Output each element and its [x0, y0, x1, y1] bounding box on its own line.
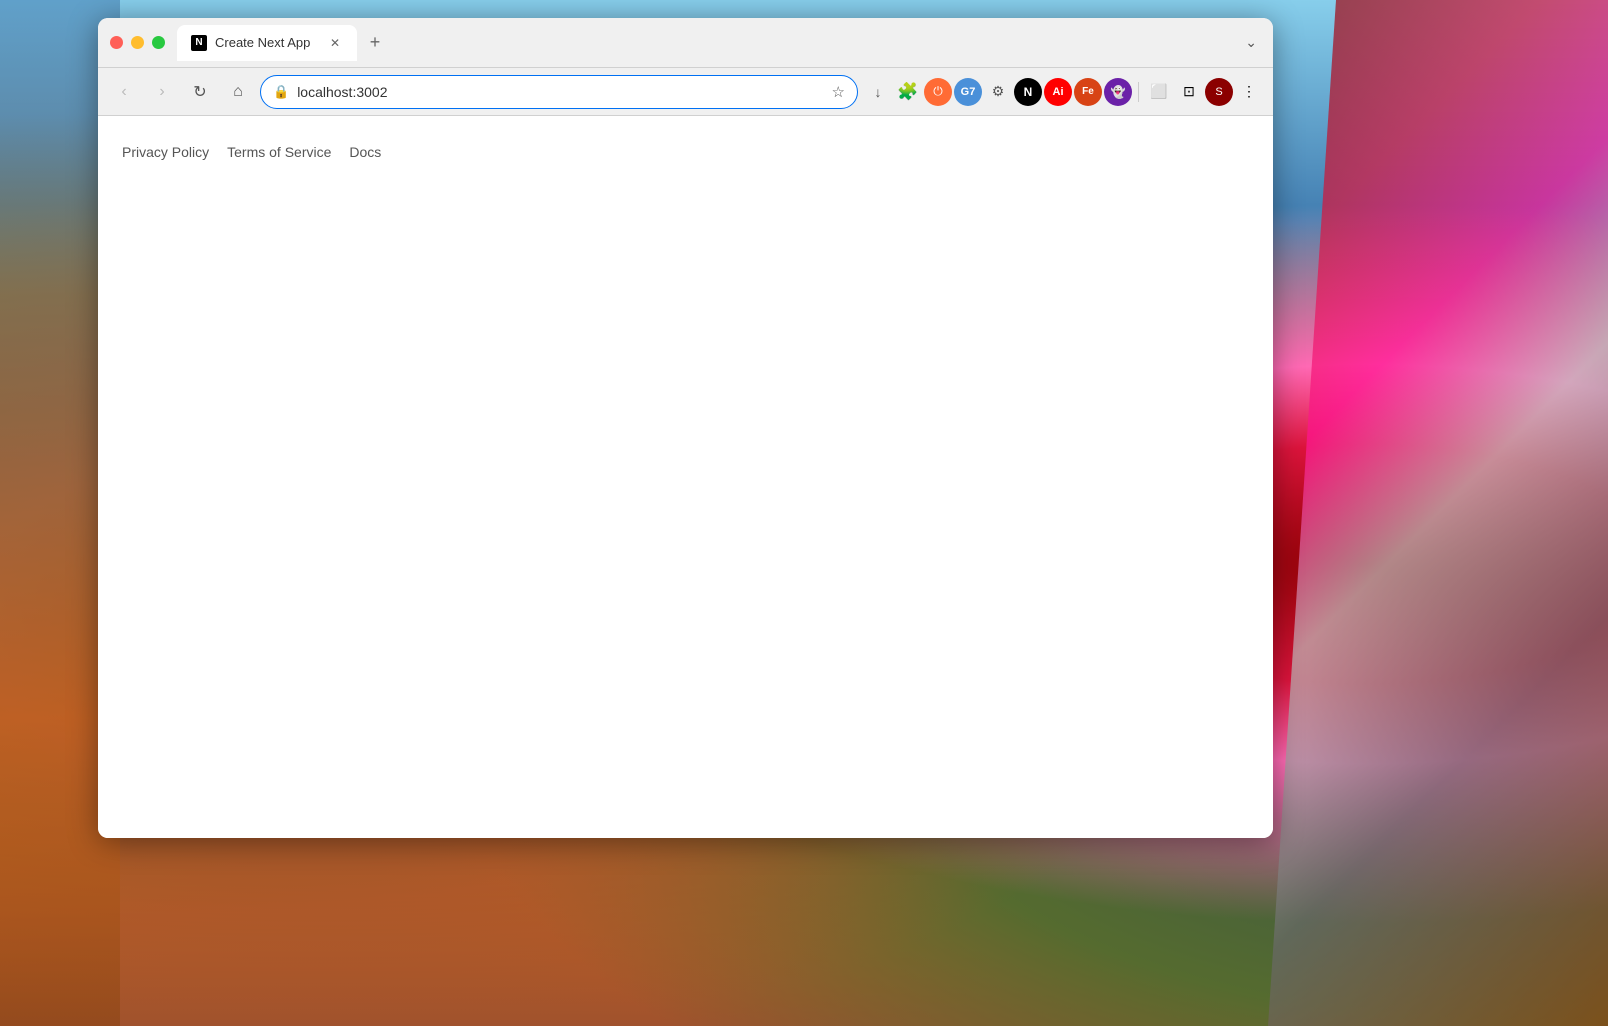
window-controls — [110, 36, 165, 49]
home-button[interactable]: ⌂ — [222, 76, 254, 108]
docs-link[interactable]: Docs — [349, 144, 381, 160]
menu-button[interactable]: ⋮ — [1235, 78, 1263, 106]
tab-favicon: N — [191, 35, 207, 51]
privacy-policy-link[interactable]: Privacy Policy — [122, 144, 209, 160]
tab-bar: N Create Next App ✕ + ⌄ — [177, 25, 1261, 61]
close-button[interactable] — [110, 36, 123, 49]
bookmark-button[interactable]: ☆ — [832, 83, 845, 101]
split-icon[interactable]: ⊡ — [1175, 78, 1203, 106]
minimize-button[interactable] — [131, 36, 144, 49]
toolbar-divider — [1138, 82, 1139, 102]
active-tab[interactable]: N Create Next App ✕ — [177, 25, 357, 61]
title-bar: N Create Next App ✕ + ⌄ — [98, 18, 1273, 68]
page-navigation: Privacy Policy Terms of Service Docs — [122, 136, 1249, 168]
back-button[interactable]: ‹ — [108, 76, 140, 108]
forward-button[interactable]: › — [146, 76, 178, 108]
tab-title: Create Next App — [215, 35, 310, 50]
tab-close-button[interactable]: ✕ — [327, 35, 343, 51]
shield-icon[interactable]: S — [1205, 78, 1233, 106]
new-tab-button[interactable]: + — [361, 29, 389, 57]
address-input[interactable] — [297, 84, 823, 100]
n-extension-icon[interactable]: N — [1014, 78, 1042, 106]
webpage-content: Privacy Policy Terms of Service Docs — [98, 116, 1273, 838]
adobe-icon[interactable]: Ai — [1044, 78, 1072, 106]
download-icon[interactable]: ↓ — [864, 78, 892, 106]
g7-icon[interactable]: G7 — [954, 78, 982, 106]
phantom-icon[interactable]: 👻 — [1104, 78, 1132, 106]
tab-dropdown-button[interactable]: ⌄ — [1241, 30, 1261, 55]
puzzle-icon[interactable]: ⬜ — [1145, 78, 1173, 106]
settings-icon[interactable]: ⚙ — [984, 78, 1012, 106]
address-bar[interactable]: 🔒 ☆ — [260, 75, 858, 109]
nav-bar: ‹ › ↻ ⌂ 🔒 ☆ ↓ 🧩 ⏻ G7 ⚙ N Ai Fe 👻 ⬜ ⊡ S ⋮ — [98, 68, 1273, 116]
terms-of-service-link[interactable]: Terms of Service — [227, 144, 331, 160]
fe-icon[interactable]: Fe — [1074, 78, 1102, 106]
refresh-button[interactable]: ↻ — [184, 76, 216, 108]
power-icon[interactable]: ⏻ — [924, 78, 952, 106]
toolbar-icons: ↓ 🧩 ⏻ G7 ⚙ N Ai Fe 👻 ⬜ ⊡ S ⋮ — [864, 78, 1263, 106]
maximize-button[interactable] — [152, 36, 165, 49]
browser-window: N Create Next App ✕ + ⌄ ‹ › ↻ ⌂ 🔒 ☆ ↓ 🧩 … — [98, 18, 1273, 838]
lock-icon: 🔒 — [273, 84, 289, 100]
extensions-icon[interactable]: 🧩 — [894, 78, 922, 106]
